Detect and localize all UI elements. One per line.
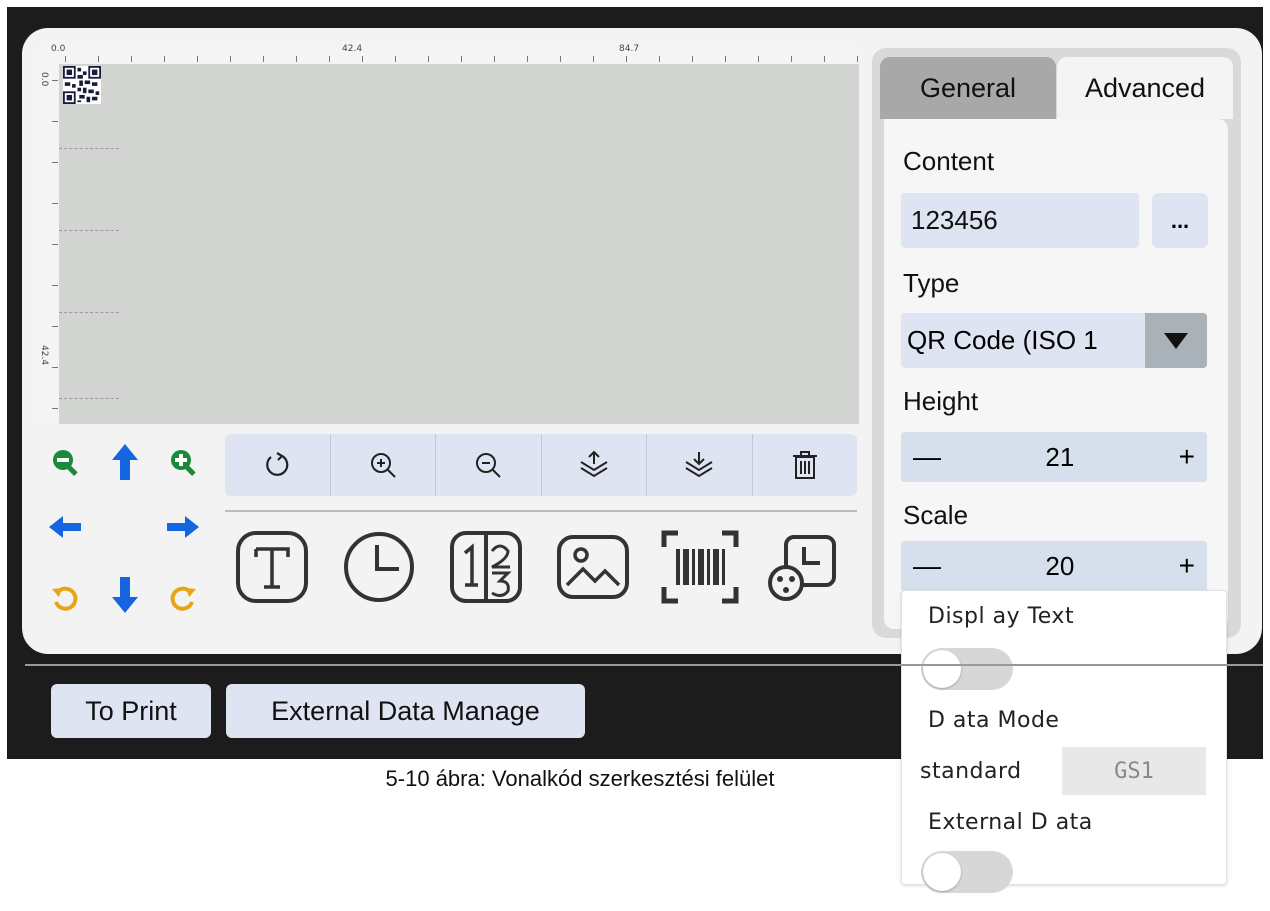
arrow-right-icon[interactable] [163, 507, 203, 547]
type-label: Type [903, 268, 960, 298]
display-text-label: Displ ay Text [928, 604, 1075, 629]
arrow-left-icon[interactable] [45, 507, 85, 547]
ruler-label: 42.4 [39, 345, 49, 366]
toggle-knob [923, 650, 961, 688]
rotate-right-icon[interactable] [163, 578, 203, 618]
ruler-tick [52, 244, 58, 245]
ruler-label: 0.0 [39, 72, 49, 87]
external-data-toggle[interactable] [921, 851, 1013, 893]
guide-line [59, 312, 119, 313]
shift-clock-icon[interactable] [760, 525, 844, 609]
figure-caption: 5-10 ábra: Vonalkód szerkesztési felület [385, 766, 775, 791]
advanced-options-popup [901, 590, 1227, 885]
guide-line [59, 398, 119, 399]
ruler-label: 42.4 [342, 44, 363, 54]
type-select[interactable]: QR Code (ISO 1 [901, 313, 1207, 368]
ruler-tick [197, 56, 198, 62]
object-toolbar [225, 434, 857, 496]
ruler-tick [593, 56, 594, 62]
increment-button[interactable]: + [1179, 550, 1195, 582]
height-label: Height [903, 386, 979, 416]
ruler-tick [527, 56, 528, 62]
content-more-button[interactable]: ... [1152, 193, 1208, 248]
ruler-tick [395, 56, 396, 62]
ruler-label: 84.7 [619, 44, 640, 54]
scale-stepper[interactable]: — 20 + [901, 541, 1207, 591]
ruler-tick [52, 367, 58, 368]
ruler-tick [791, 56, 792, 62]
ruler-tick [494, 56, 495, 62]
zoom-in-icon[interactable] [163, 442, 203, 482]
ruler-tick [164, 56, 165, 62]
display-text-toggle[interactable] [921, 648, 1013, 690]
ruler-tick [560, 56, 561, 62]
ruler-tick [758, 56, 759, 62]
ruler-tick [52, 408, 58, 409]
height-stepper[interactable]: — 21 + [901, 432, 1207, 482]
clock-icon[interactable] [337, 525, 421, 609]
scale-value: 20 [1045, 550, 1075, 581]
ruler-tick [857, 56, 858, 62]
image-icon[interactable] [551, 525, 635, 609]
zoom-out-icon[interactable] [45, 442, 85, 482]
height-value: 21 [1045, 441, 1075, 472]
ruler-tick [692, 56, 693, 62]
ruler-tick [65, 56, 66, 62]
counter-icon[interactable] [444, 525, 528, 609]
divider [25, 664, 1263, 666]
rotate-left-icon[interactable] [45, 578, 85, 618]
ruler-tick [98, 56, 99, 62]
ruler-tick [52, 162, 58, 163]
divider [225, 510, 857, 512]
ruler-tick [52, 80, 58, 81]
ruler-tick [725, 56, 726, 62]
dropdown-arrow-icon[interactable] [1145, 313, 1207, 368]
ruler-tick [428, 56, 429, 62]
ruler-label: 0.0 [51, 44, 66, 54]
ruler-tick [52, 203, 58, 204]
increment-button[interactable]: + [1179, 441, 1195, 473]
ruler-tick [296, 56, 297, 62]
ruler-tick [131, 56, 132, 62]
ruler-tick [461, 56, 462, 62]
decrement-button[interactable]: — [913, 550, 941, 582]
scale-label: Scale [903, 500, 969, 530]
ruler-tick [329, 56, 330, 62]
ruler-tick [626, 56, 627, 62]
ruler-tick [52, 326, 58, 327]
data-mode-label: D ata Mode [928, 708, 1060, 733]
label-canvas[interactable]: 0.0 42.4 84.7 0.0 42.4 [37, 42, 859, 424]
ruler-tick [52, 121, 58, 122]
tab-advanced[interactable]: Advanced [1057, 57, 1233, 119]
layer-down-icon[interactable] [647, 434, 753, 496]
zoom-in-icon[interactable] [331, 434, 436, 496]
external-data-label: External D ata [928, 810, 1093, 835]
content-field[interactable]: 123456 [901, 193, 1139, 248]
ruler-tick [263, 56, 264, 62]
zoom-out-icon[interactable] [436, 434, 542, 496]
content-label: Content [903, 146, 995, 176]
ruler-tick [659, 56, 660, 62]
refresh-icon[interactable] [225, 434, 331, 496]
delete-icon[interactable] [753, 434, 858, 496]
ruler-tick [230, 56, 231, 62]
ruler-horizontal [37, 42, 859, 64]
guide-line [59, 148, 119, 149]
arrow-down-icon[interactable] [105, 575, 145, 615]
text-icon[interactable] [230, 525, 314, 609]
qr-code-object[interactable] [63, 66, 101, 104]
external-data-manage-button[interactable]: External Data Manage [226, 684, 585, 738]
guide-line [59, 230, 119, 231]
ruler-tick [52, 285, 58, 286]
ruler-tick [362, 56, 363, 62]
layer-up-icon[interactable] [542, 434, 647, 496]
to-print-button[interactable]: To Print [51, 684, 211, 738]
toggle-knob [923, 853, 961, 891]
tab-general[interactable]: General [880, 57, 1056, 119]
decrement-button[interactable]: — [913, 441, 941, 473]
type-select-value: QR Code (ISO 1 [907, 325, 1098, 355]
arrow-up-icon[interactable] [105, 442, 145, 482]
barcode-icon[interactable] [658, 525, 742, 609]
ruler-tick [824, 56, 825, 62]
